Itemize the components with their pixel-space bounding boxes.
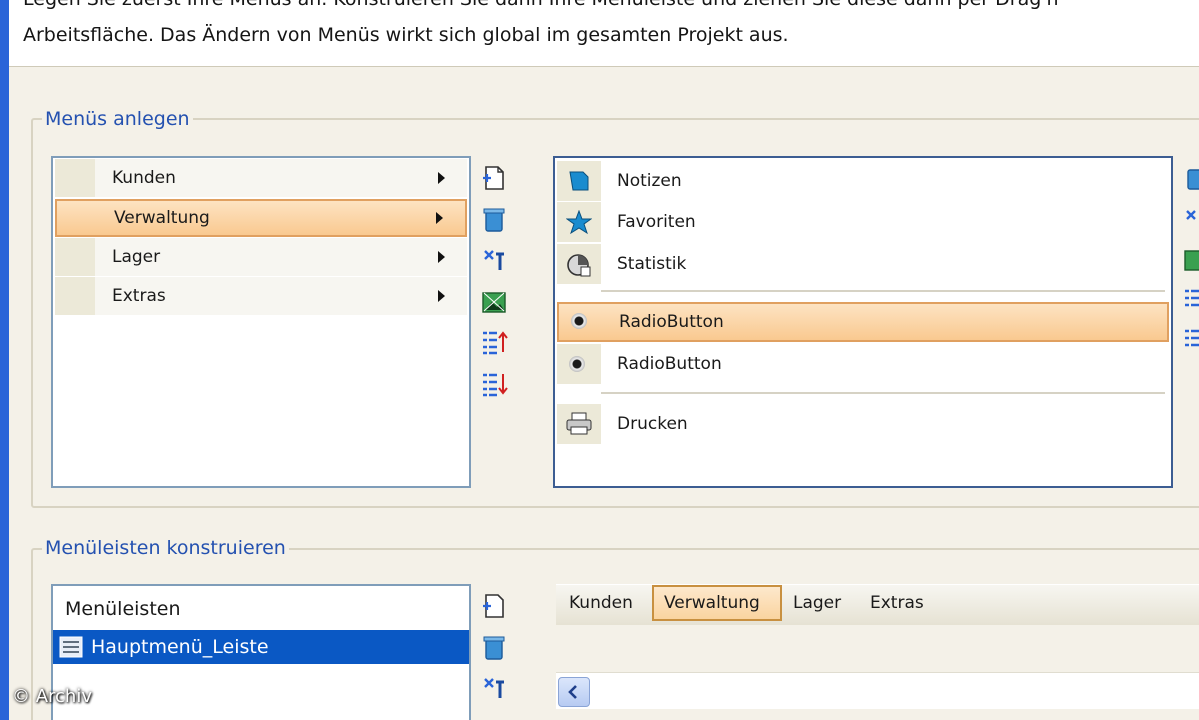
menu-separator: [601, 290, 1165, 292]
image-icon[interactable]: [1182, 246, 1199, 274]
preview-tab-lager[interactable]: Lager: [786, 585, 854, 621]
submenu-item-label: Notizen: [617, 171, 682, 191]
scroll-left-button[interactable]: [558, 677, 590, 707]
menu-item-extras[interactable]: Extras: [55, 277, 467, 315]
preview-tab-label: Kunden: [569, 593, 633, 613]
menus-section-title: Menüs anlegen: [42, 108, 193, 130]
preview-tab-label: Verwaltung: [664, 593, 760, 613]
horizontal-scrollbar[interactable]: [556, 672, 1199, 709]
menubar-section-title: Menüleisten konstruieren: [42, 537, 289, 559]
statistics-icon: [567, 254, 591, 277]
delete-icon[interactable]: [1182, 164, 1199, 192]
submenu-item-radiobutton-1[interactable]: RadioButton: [557, 302, 1169, 342]
submenu-item-label: RadioButton: [619, 312, 724, 332]
menu-item-label: Kunden: [112, 168, 176, 188]
submenu-item-radiobutton-2[interactable]: RadioButton: [557, 344, 1169, 384]
menu-item-label: Extras: [112, 286, 166, 306]
preview-tab-label: Lager: [793, 593, 842, 613]
menu-item-lager[interactable]: Lager: [55, 238, 467, 276]
preview-tab-label: Extras: [870, 593, 924, 613]
radio-icon: [569, 356, 585, 372]
chevron-left-icon: [568, 685, 577, 699]
copyright-watermark: © Archiv: [12, 686, 92, 707]
menubar-item-hauptmenue[interactable]: Hauptmenü_Leiste: [53, 630, 469, 664]
menu-item-verwaltung[interactable]: Verwaltung: [55, 199, 467, 237]
properties-icon[interactable]: [1182, 206, 1199, 234]
dialog-window: Legen Sie zuerst Ihre Menüs an. Konstrui…: [0, 0, 1199, 720]
delete-icon[interactable]: [480, 206, 508, 234]
star-icon: [566, 210, 592, 235]
menubar-list[interactable]: Menüleisten Hauptmenü_Leiste: [51, 584, 471, 720]
properties-icon[interactable]: [480, 246, 508, 274]
submenu-item-label: RadioButton: [617, 354, 722, 374]
preview-tab-extras[interactable]: Extras: [862, 585, 942, 621]
menubar-icon: [59, 636, 83, 658]
submenu-arrow-icon: [438, 172, 445, 184]
menu-separator: [601, 392, 1165, 394]
submenu-arrow-icon: [438, 290, 445, 302]
new-icon[interactable]: [480, 592, 508, 620]
window-frame-left: [0, 0, 9, 720]
submenu-item-drucken[interactable]: Drucken: [557, 404, 1169, 444]
submenu-item-label: Favoriten: [617, 212, 696, 232]
delete-icon[interactable]: [480, 634, 508, 662]
menu-item-label: Lager: [112, 247, 161, 267]
properties-icon[interactable]: [480, 674, 508, 702]
new-icon[interactable]: [480, 164, 508, 192]
menu-item-label: Verwaltung: [114, 208, 210, 228]
printer-icon: [566, 412, 592, 435]
submenu-item-notizen[interactable]: Notizen: [557, 161, 1169, 201]
move-down-icon[interactable]: [480, 370, 508, 398]
preview-tab-kunden[interactable]: Kunden: [560, 585, 650, 621]
menu-item-kunden[interactable]: Kunden: [55, 159, 467, 197]
submenu-item-label: Drucken: [617, 414, 688, 434]
image-icon[interactable]: [480, 288, 508, 316]
radio-icon: [571, 313, 587, 329]
move-up-icon[interactable]: [480, 328, 508, 356]
notes-icon: [569, 171, 589, 191]
instructions-panel: Legen Sie zuerst Ihre Menüs an. Konstrui…: [9, 0, 1199, 67]
menubar-list-header: Menüleisten: [65, 598, 181, 620]
menubar-item-label: Hauptmenü_Leiste: [91, 636, 269, 658]
submenu-item-statistik[interactable]: Statistik: [557, 244, 1169, 284]
submenu-item-favoriten[interactable]: Favoriten: [557, 202, 1169, 242]
submenu-item-label: Statistik: [617, 254, 687, 274]
submenu-list[interactable]: Notizen Favoriten Statistik RadioButton …: [553, 156, 1173, 488]
menu-list[interactable]: Kunden Verwaltung Lager Extras: [51, 156, 471, 488]
preview-tab-verwaltung[interactable]: Verwaltung: [652, 585, 782, 621]
move-up-icon[interactable]: [1182, 286, 1199, 314]
instructions-line-2: Arbeitsfläche. Das Ändern von Menüs wirk…: [23, 24, 789, 46]
instructions-line-1: Legen Sie zuerst Ihre Menüs an. Konstrui…: [23, 0, 1064, 10]
submenu-arrow-icon: [438, 251, 445, 263]
move-down-icon[interactable]: [1182, 326, 1199, 354]
submenu-arrow-icon: [436, 212, 443, 224]
